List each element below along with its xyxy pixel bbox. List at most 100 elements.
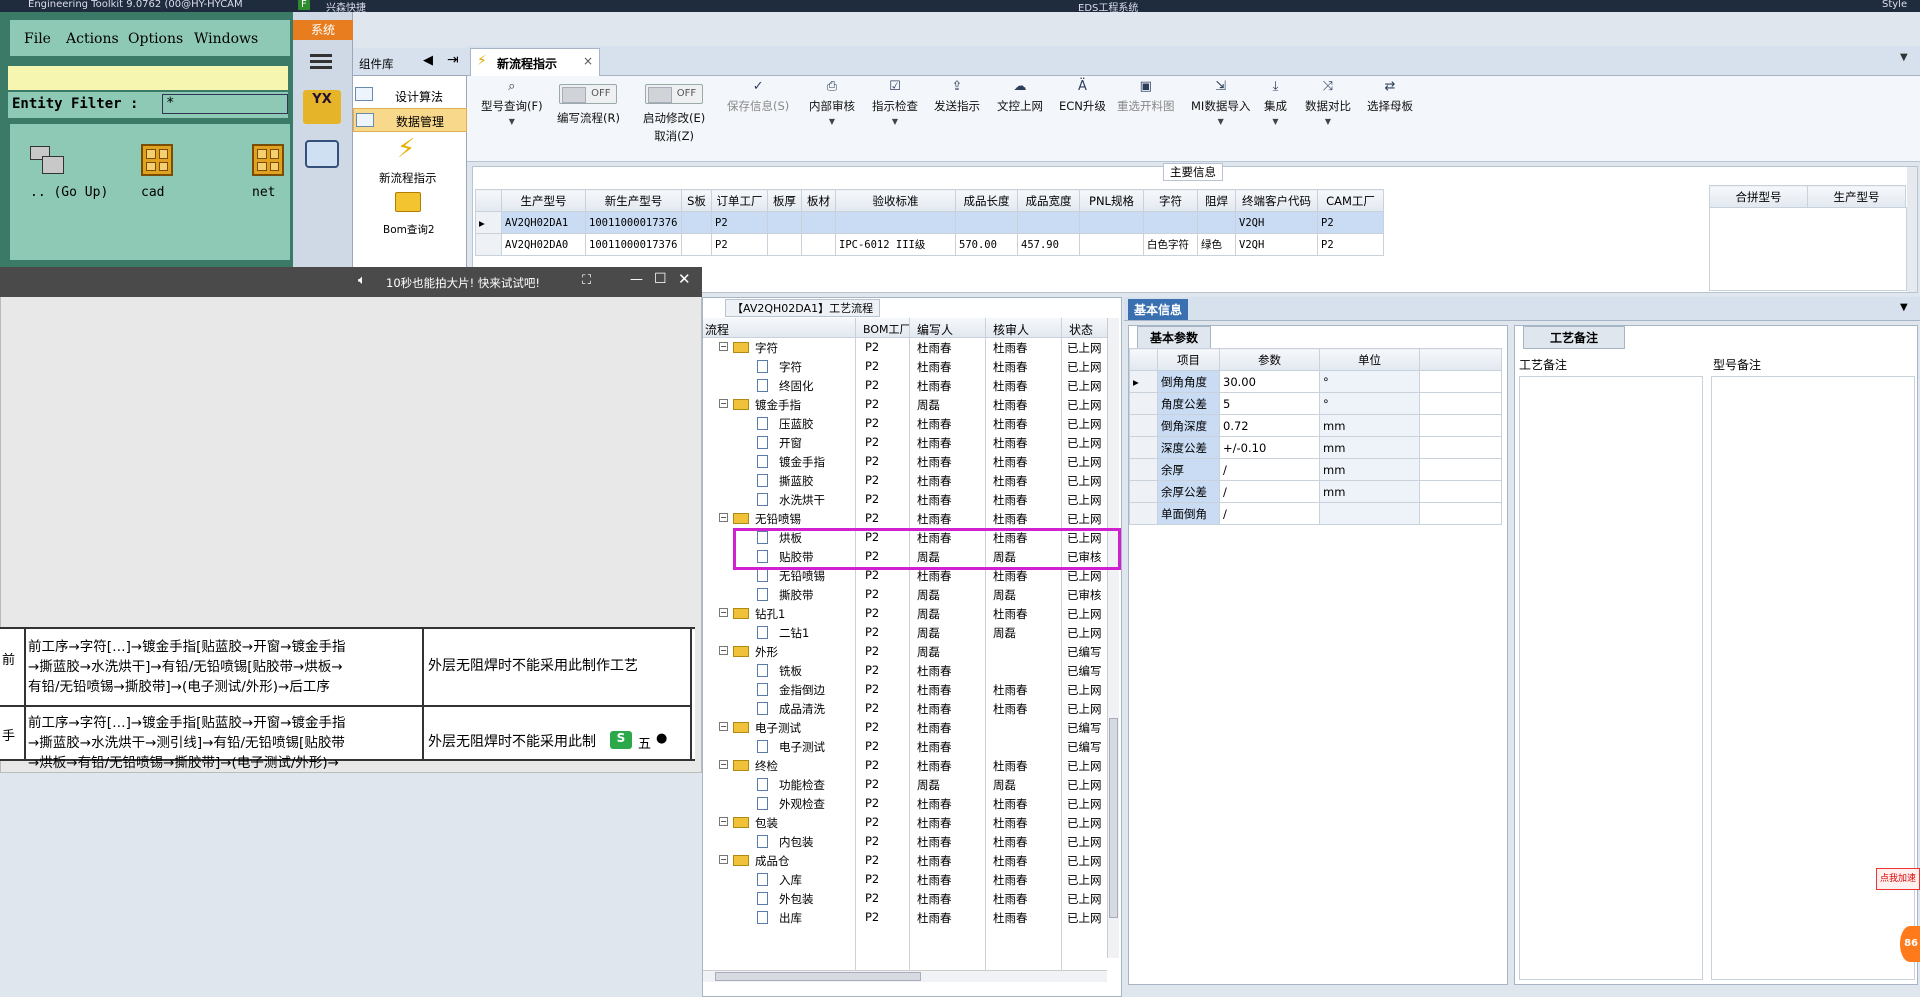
- table-cell[interactable]: [1197, 211, 1236, 234]
- folder-up-icon[interactable]: [30, 146, 66, 180]
- entity-filter-input[interactable]: *: [162, 94, 288, 114]
- collapse-toggle-icon[interactable]: −: [719, 513, 728, 522]
- table-cell[interactable]: IPC-6012 III级: [835, 233, 956, 256]
- tree-group-row[interactable]: − 无铅喷锡 P2 杜雨春 杜雨春 已上网: [703, 509, 1119, 528]
- table-cell[interactable]: [1079, 233, 1144, 256]
- table-cell[interactable]: [767, 211, 802, 234]
- internal-review-button[interactable]: ⎙ 内部审核 ▼: [809, 80, 855, 127]
- toggle-switch[interactable]: OFF: [559, 84, 618, 104]
- column-header[interactable]: 生产型号: [501, 189, 586, 212]
- column-header[interactable]: 板材: [801, 189, 836, 212]
- table-cell[interactable]: P2: [1317, 211, 1384, 234]
- chevron-down-icon[interactable]: ▼: [1900, 302, 1908, 313]
- column-header[interactable]: 合拼型号: [1709, 185, 1808, 208]
- collapse-toggle-icon[interactable]: −: [719, 855, 728, 864]
- write-flow-toggle[interactable]: OFF 编写流程(R): [557, 84, 620, 126]
- row-header[interactable]: [1129, 502, 1158, 525]
- tree-item-row[interactable]: 电子测试 P2 杜雨春 已编写: [703, 737, 1119, 756]
- row-header[interactable]: [475, 233, 502, 256]
- table-cell[interactable]: /: [1219, 480, 1320, 503]
- table-cell[interactable]: [801, 211, 836, 234]
- fullscreen-icon[interactable]: ⛶: [582, 273, 591, 288]
- table-cell[interactable]: 570.00: [955, 233, 1018, 256]
- table-row[interactable]: 余厚公差 / mm: [1129, 480, 1502, 503]
- tree-item-row[interactable]: 外包装 P2 杜雨春 杜雨春 已上网: [703, 889, 1119, 908]
- table-cell[interactable]: mm: [1319, 436, 1420, 459]
- tree-item-row[interactable]: 内包装 P2 杜雨春 杜雨春 已上网: [703, 832, 1119, 851]
- table-cell[interactable]: 10011000017376: [585, 211, 682, 234]
- menu-options[interactable]: Options: [128, 31, 183, 47]
- column-header[interactable]: 成品长度: [955, 189, 1018, 212]
- menu-actions[interactable]: Actions: [66, 31, 119, 47]
- column-header[interactable]: BOM工厂: [863, 321, 911, 337]
- column-header[interactable]: 成品宽度: [1017, 189, 1080, 212]
- table-row[interactable]: AV2QH02DA0 10011000017376 P2 IPC-6012 III级 5…: [475, 233, 1384, 256]
- menu-windows[interactable]: Windows: [194, 31, 258, 47]
- collapse-toggle-icon[interactable]: −: [719, 342, 728, 351]
- table-row[interactable]: 倒角深度 0.72 mm: [1129, 414, 1502, 437]
- column-header[interactable]: 核审人: [993, 321, 1029, 338]
- row-header[interactable]: [1129, 436, 1158, 459]
- column-header[interactable]: 参数: [1219, 348, 1320, 371]
- send-instruction-button[interactable]: ⇪ 发送指示: [934, 80, 980, 114]
- column-header[interactable]: 订单工厂: [711, 189, 768, 212]
- table-cell[interactable]: 深度公差: [1157, 436, 1220, 459]
- table-cell[interactable]: [955, 211, 1018, 234]
- grid-folder-icon[interactable]: [141, 144, 173, 176]
- table-cell[interactable]: mm: [1319, 414, 1420, 437]
- table-row[interactable]: 深度公差 +/-0.10 mm: [1129, 436, 1502, 459]
- ime-dot-icon[interactable]: ●: [656, 731, 667, 746]
- table-cell[interactable]: 倒角角度: [1157, 370, 1220, 393]
- table-row[interactable]: ▸ AV2QH02DA1 10011000017376 P2 V2QH P2: [475, 211, 1384, 234]
- column-header[interactable]: 项目: [1157, 348, 1220, 371]
- tree-group-row[interactable]: − 成品仓 P2 杜雨春 杜雨春 已上网: [703, 851, 1119, 870]
- flow-horizontal-scrollbar[interactable]: [703, 970, 1107, 982]
- table-cell[interactable]: 余厚公差: [1157, 480, 1220, 503]
- column-header[interactable]: 生产型号: [1807, 185, 1906, 208]
- row-header[interactable]: ▸: [1129, 370, 1158, 393]
- start-edit-toggle[interactable]: OFF 启动修改(E) 取消(Z): [643, 84, 705, 144]
- table-cell[interactable]: 绿色: [1197, 233, 1236, 256]
- speedup-ad-label[interactable]: 点我加速: [1876, 868, 1920, 890]
- file-cad-label[interactable]: cad: [141, 185, 164, 200]
- table-cell[interactable]: [835, 211, 956, 234]
- data-compare-button[interactable]: ⤨ 数据对比 ▼: [1305, 80, 1351, 127]
- tree-group-row[interactable]: − 外形 P2 周磊 已编写: [703, 642, 1119, 661]
- column-header[interactable]: 板厚: [767, 189, 802, 212]
- save-info-button[interactable]: ✓ 保存信息(S): [727, 80, 789, 114]
- taskbar-app2-title[interactable]: 兴森快捷: [326, 0, 366, 12]
- tab-close-icon[interactable]: ×: [583, 54, 593, 68]
- tree-item-row[interactable]: 铣板 P2 杜雨春 已编写: [703, 661, 1119, 680]
- tree-item-row[interactable]: 二钻1 P2 周磊 周磊 已上网: [703, 623, 1119, 642]
- column-header[interactable]: 新生产型号: [585, 189, 682, 212]
- tree-group-row[interactable]: − 电子测试 P2 杜雨春 已编写: [703, 718, 1119, 737]
- tree-group-row[interactable]: − 钻孔1 P2 周磊 杜雨春 已上网: [703, 604, 1119, 623]
- table-cell[interactable]: °: [1319, 370, 1420, 393]
- tree-item-row[interactable]: 金指倒边 P2 杜雨春 杜雨春 已上网: [703, 680, 1119, 699]
- table-cell[interactable]: mm: [1319, 480, 1420, 503]
- doc-control-upload-button[interactable]: ☁ 文控上网: [997, 80, 1043, 114]
- chevron-down-icon[interactable]: ▼: [1900, 52, 1908, 63]
- table-cell[interactable]: P2: [711, 233, 768, 256]
- row-header[interactable]: ▸: [475, 211, 502, 234]
- reselect-cut-image-button[interactable]: ▣ 重选开料图: [1117, 80, 1175, 114]
- tree-item-row[interactable]: 压蓝胶 P2 杜雨春 杜雨春 已上网: [703, 414, 1119, 433]
- system-tab[interactable]: 系统: [293, 20, 353, 40]
- table-cell[interactable]: 角度公差: [1157, 392, 1220, 415]
- tree-item-row[interactable]: 撕蓝胶 P2 杜雨春 杜雨春 已上网: [703, 471, 1119, 490]
- tree-item-row[interactable]: 开窗 P2 杜雨春 杜雨春 已上网: [703, 433, 1119, 452]
- column-header[interactable]: PNL规格: [1079, 189, 1144, 212]
- hamburger-menu-icon[interactable]: [310, 54, 332, 70]
- integration-button[interactable]: ⤓ 集成 ▼: [1264, 80, 1287, 127]
- app-f-icon[interactable]: F: [298, 0, 310, 10]
- taskbar-toolkit-title[interactable]: Engineering Toolkit 9.0762 (00@HY-HYCAM: [28, 0, 243, 10]
- table-cell[interactable]: [1319, 502, 1420, 525]
- table-cell[interactable]: 单面倒角: [1157, 502, 1220, 525]
- process-remarks-tab[interactable]: 工艺备注: [1523, 326, 1626, 349]
- pin-arrow-icon[interactable]: ⇥: [447, 52, 459, 68]
- ime-logo-icon[interactable]: S: [610, 731, 632, 749]
- tree-item-row[interactable]: 出库 P2 杜雨春 杜雨春 已上网: [703, 908, 1119, 927]
- model-query-button[interactable]: ⌕ 型号查询(F) ▼: [481, 80, 543, 127]
- column-header[interactable]: 字符: [1143, 189, 1198, 212]
- table-cell[interactable]: °: [1319, 392, 1420, 415]
